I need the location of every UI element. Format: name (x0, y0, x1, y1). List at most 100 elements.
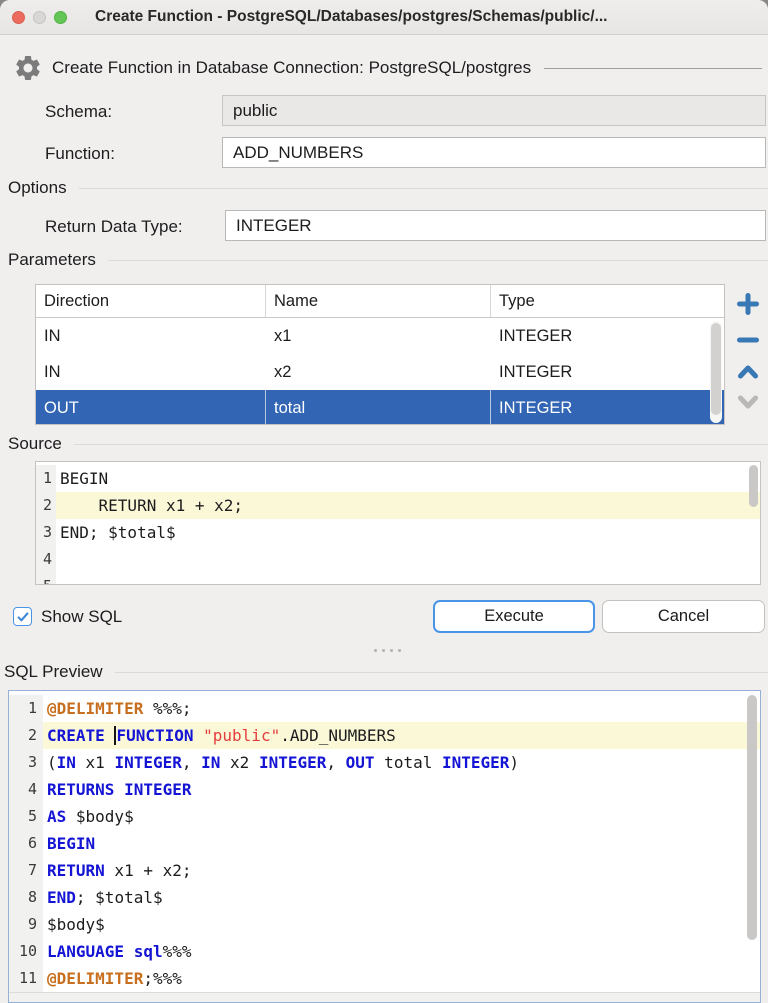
table-scrollbar[interactable] (710, 321, 722, 423)
source-section: Source (8, 434, 768, 454)
close-button-icon[interactable] (12, 11, 25, 24)
line-number: 10 (9, 938, 43, 965)
header-divider (544, 68, 762, 69)
section-divider (74, 444, 768, 445)
column-header[interactable]: Direction (36, 285, 266, 317)
code-line[interactable]: 5 (36, 573, 760, 585)
create-function-dialog: Create Function - PostgreSQL/Databases/p… (0, 0, 768, 1003)
line-number: 9 (9, 911, 43, 938)
code-text: @DELIMITER;%%% (43, 965, 760, 992)
window-title: Create Function - PostgreSQL/Databases/p… (95, 8, 608, 26)
source-scrollbar[interactable] (749, 465, 758, 507)
cancel-button[interactable]: Cancel (602, 600, 765, 633)
preview-vertical-scrollbar[interactable] (747, 695, 757, 940)
code-line[interactable]: 1@DELIMITER %%%; (9, 695, 760, 722)
source-editor[interactable]: 1BEGIN2 RETURN x1 + x2;3END; $total$45 (35, 461, 761, 585)
minimize-button-icon[interactable] (33, 11, 46, 24)
add-parameter-button[interactable] (736, 292, 760, 316)
code-line[interactable]: 7RETURN x1 + x2; (9, 857, 760, 884)
line-number: 1 (36, 465, 56, 492)
code-text: AS $body$ (43, 803, 760, 830)
preview-horizontal-scrollbar[interactable] (9, 992, 760, 1002)
function-input[interactable]: ADD_NUMBERS (222, 137, 766, 168)
line-number: 4 (9, 776, 43, 803)
code-line[interactable]: 4 (36, 546, 760, 573)
code-text: LANGUAGE sql%%% (43, 938, 760, 965)
code-line[interactable]: 10LANGUAGE sql%%% (9, 938, 760, 965)
return-type-input[interactable]: INTEGER (225, 210, 766, 241)
code-line[interactable]: 2 RETURN x1 + x2; (36, 492, 760, 519)
schema-input[interactable]: public (222, 95, 766, 126)
code-text: CREATE FUNCTION "public".ADD_NUMBERS (43, 722, 760, 749)
line-number: 2 (36, 492, 56, 519)
show-sql-checkbox[interactable] (13, 607, 32, 626)
code-line[interactable]: 2CREATE FUNCTION "public".ADD_NUMBERS (9, 722, 760, 749)
sql-preview-editor[interactable]: 1@DELIMITER %%%;2CREATE FUNCTION "public… (8, 690, 761, 1003)
move-down-button[interactable] (736, 390, 760, 414)
gear-icon (13, 53, 43, 83)
table-cell[interactable]: total (266, 390, 491, 425)
code-text (56, 546, 760, 573)
remove-parameter-button[interactable] (736, 328, 760, 352)
zoom-button-icon[interactable] (54, 11, 67, 24)
section-divider (115, 672, 768, 673)
code-line[interactable]: 9$body$ (9, 911, 760, 938)
code-text: RETURN x1 + x2; (56, 492, 760, 519)
table-row[interactable]: INx2INTEGER (36, 354, 724, 390)
table-cell[interactable]: INTEGER (491, 318, 724, 354)
code-text (56, 573, 760, 585)
code-line[interactable]: 3(IN x1 INTEGER, IN x2 INTEGER, OUT tota… (9, 749, 760, 776)
table-row[interactable]: OUTtotalINTEGER (36, 390, 724, 425)
code-line[interactable]: 1BEGIN (36, 465, 760, 492)
code-text: $body$ (43, 911, 760, 938)
chevron-down-icon (736, 390, 760, 414)
splitter-handle[interactable] (374, 649, 401, 652)
line-number: 7 (9, 857, 43, 884)
table-row[interactable]: INx1INTEGER (36, 318, 724, 354)
show-sql-label: Show SQL (41, 607, 122, 627)
line-number: 6 (9, 830, 43, 857)
line-number: 5 (9, 803, 43, 830)
code-line[interactable]: 5AS $body$ (9, 803, 760, 830)
code-text: BEGIN (56, 465, 760, 492)
options-section: Options (8, 178, 768, 198)
code-text: @DELIMITER %%%; (43, 695, 760, 722)
execute-button[interactable]: Execute (433, 600, 595, 633)
move-up-button[interactable] (736, 360, 760, 384)
line-number: 5 (36, 573, 56, 585)
code-line[interactable]: 4RETURNS INTEGER (9, 776, 760, 803)
table-cell[interactable]: IN (36, 318, 266, 354)
column-header[interactable]: Name (266, 285, 491, 317)
options-section-label: Options (8, 178, 67, 198)
table-cell[interactable]: INTEGER (491, 354, 724, 390)
column-header[interactable]: Type (491, 285, 724, 317)
minus-icon (736, 328, 760, 352)
code-line[interactable]: 6BEGIN (9, 830, 760, 857)
table-cell[interactable]: x1 (266, 318, 491, 354)
code-line[interactable]: 3END; $total$ (36, 519, 760, 546)
section-divider (79, 188, 768, 189)
schema-label: Schema: (45, 102, 112, 122)
table-cell[interactable]: x2 (266, 354, 491, 390)
table-cell[interactable]: IN (36, 354, 266, 390)
code-text: (IN x1 INTEGER, IN x2 INTEGER, OUT total… (43, 749, 760, 776)
code-line[interactable]: 11@DELIMITER;%%% (9, 965, 760, 992)
dialog-header: Create Function in Database Connection: … (13, 52, 762, 84)
sql-preview-section-label: SQL Preview (4, 662, 103, 682)
line-number: 8 (9, 884, 43, 911)
table-cell[interactable]: INTEGER (491, 390, 724, 425)
parameters-table: DirectionNameType INx1INTEGERINx2INTEGER… (35, 284, 725, 425)
function-label: Function: (45, 144, 115, 164)
code-text: RETURNS INTEGER (43, 776, 760, 803)
line-number: 1 (9, 695, 43, 722)
parameters-section: Parameters (8, 250, 768, 270)
code-text: END; $total$ (43, 884, 760, 911)
line-number: 11 (9, 965, 43, 992)
line-number: 3 (9, 749, 43, 776)
line-number: 3 (36, 519, 56, 546)
chevron-up-icon (736, 360, 760, 384)
table-header-row: DirectionNameType (36, 285, 724, 318)
code-line[interactable]: 8END; $total$ (9, 884, 760, 911)
table-cell[interactable]: OUT (36, 390, 266, 425)
line-number: 4 (36, 546, 56, 573)
